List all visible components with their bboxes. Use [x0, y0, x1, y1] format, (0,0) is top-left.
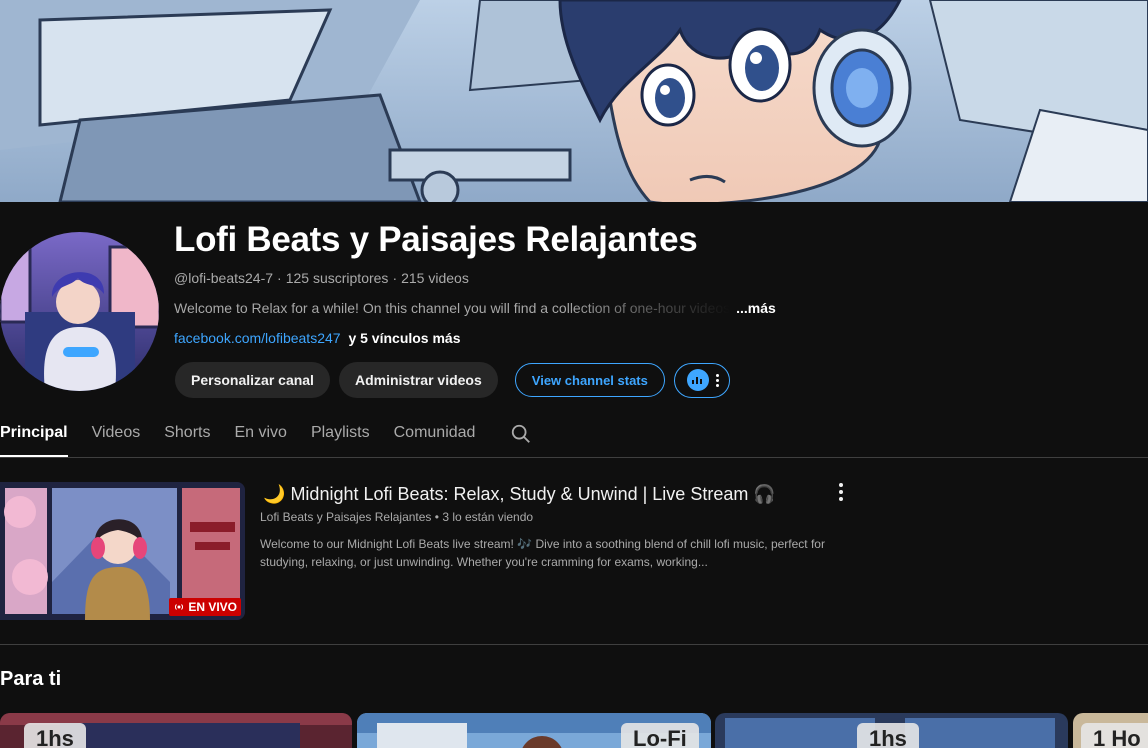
recommended-video-thumbnail[interactable]: 1hs [0, 713, 352, 748]
live-badge-label: EN VIVO [188, 600, 237, 614]
tab-en-vivo[interactable]: En vivo [234, 412, 286, 457]
more-vert-icon [715, 373, 721, 387]
avatar-art [0, 232, 159, 391]
channel-banner [0, 0, 1148, 202]
headphones-emoji: 🎧 [753, 484, 776, 504]
channel-handle: @lofi-beats24-7 [174, 270, 274, 286]
description-text: Welcome to Relax for a while! On this ch… [174, 300, 731, 316]
thumbnail-label: 1 Ho [1081, 723, 1148, 748]
channel-description[interactable]: Welcome to Relax for a while! On this ch… [174, 300, 776, 316]
recommended-video-thumbnail[interactable]: 1hs [715, 713, 1068, 748]
stats-icon [686, 369, 709, 391]
channel-links: facebook.com/lofibeats247 y 5 vínculos m… [174, 330, 461, 346]
tab-comunidad[interactable]: Comunidad [394, 412, 476, 457]
customize-channel-button[interactable]: Personalizar canal [175, 362, 330, 398]
more-button[interactable]: ...más [736, 300, 776, 316]
live-broadcast-icon [175, 604, 184, 610]
featured-video-thumbnail[interactable]: EN VIVO [0, 482, 245, 620]
channel-tabs: Principal Videos Shorts En vivo Playlist… [0, 412, 532, 457]
channel-meta: @lofi-beats24-7 · 125 suscriptores · 215 vid… [174, 270, 469, 286]
featured-video-description: Welcome to our Midnight Lofi Beats live … [260, 537, 825, 569]
tabs-divider [0, 457, 1148, 458]
thumbnail-label: 1hs [857, 723, 919, 748]
manage-videos-button[interactable]: Administrar videos [338, 362, 498, 398]
view-channel-stats-button[interactable]: View channel stats [514, 363, 665, 397]
moon-emoji: 🌙 [263, 484, 286, 504]
channel-name: Lofi Beats y Paisajes Relajantes [174, 220, 698, 259]
video-count: 215 videos [401, 270, 469, 286]
tab-principal[interactable]: Principal [0, 412, 68, 457]
tab-shorts[interactable]: Shorts [164, 412, 210, 457]
search-icon[interactable] [510, 423, 532, 445]
more-vert-icon[interactable] [834, 482, 848, 502]
live-badge: EN VIVO [169, 598, 241, 616]
recommended-video-thumbnail[interactable]: 1 Ho [1073, 713, 1148, 748]
recommended-video-thumbnail[interactable]: Lo-Fi [357, 713, 711, 748]
more-links-button[interactable]: y 5 vínculos más [348, 330, 460, 346]
tab-videos[interactable]: Videos [92, 412, 141, 457]
featured-title-text: Midnight Lofi Beats: Relax, Study & Unwi… [290, 484, 749, 504]
tab-playlists[interactable]: Playlists [311, 412, 370, 457]
section-divider [0, 644, 1148, 645]
featured-video-meta: Lofi Beats y Paisajes Relajantes • 3 lo … [260, 510, 533, 524]
section-title: Para ti [0, 668, 62, 690]
featured-viewers: 3 lo están viendo [442, 510, 534, 524]
facebook-link[interactable]: facebook.com/lofibeats247 [174, 330, 341, 346]
meta-separator: · [392, 270, 398, 286]
featured-video-title[interactable]: 🌙 Midnight Lofi Beats: Relax, Study & Un… [263, 484, 776, 505]
meta-separator: · [277, 270, 282, 286]
banner-art [0, 0, 1148, 202]
thumbnail-label: Lo-Fi [621, 723, 699, 748]
channel-avatar[interactable] [0, 232, 159, 391]
stats-menu-button[interactable] [673, 362, 730, 398]
thumbnail-label: 1hs [24, 723, 86, 748]
channel-actions: Personalizar canal Administrar videos Vi… [175, 362, 730, 398]
subscriber-count: 125 suscriptores [285, 270, 389, 286]
featured-channel-name[interactable]: Lofi Beats y Paisajes Relajantes [260, 510, 431, 524]
